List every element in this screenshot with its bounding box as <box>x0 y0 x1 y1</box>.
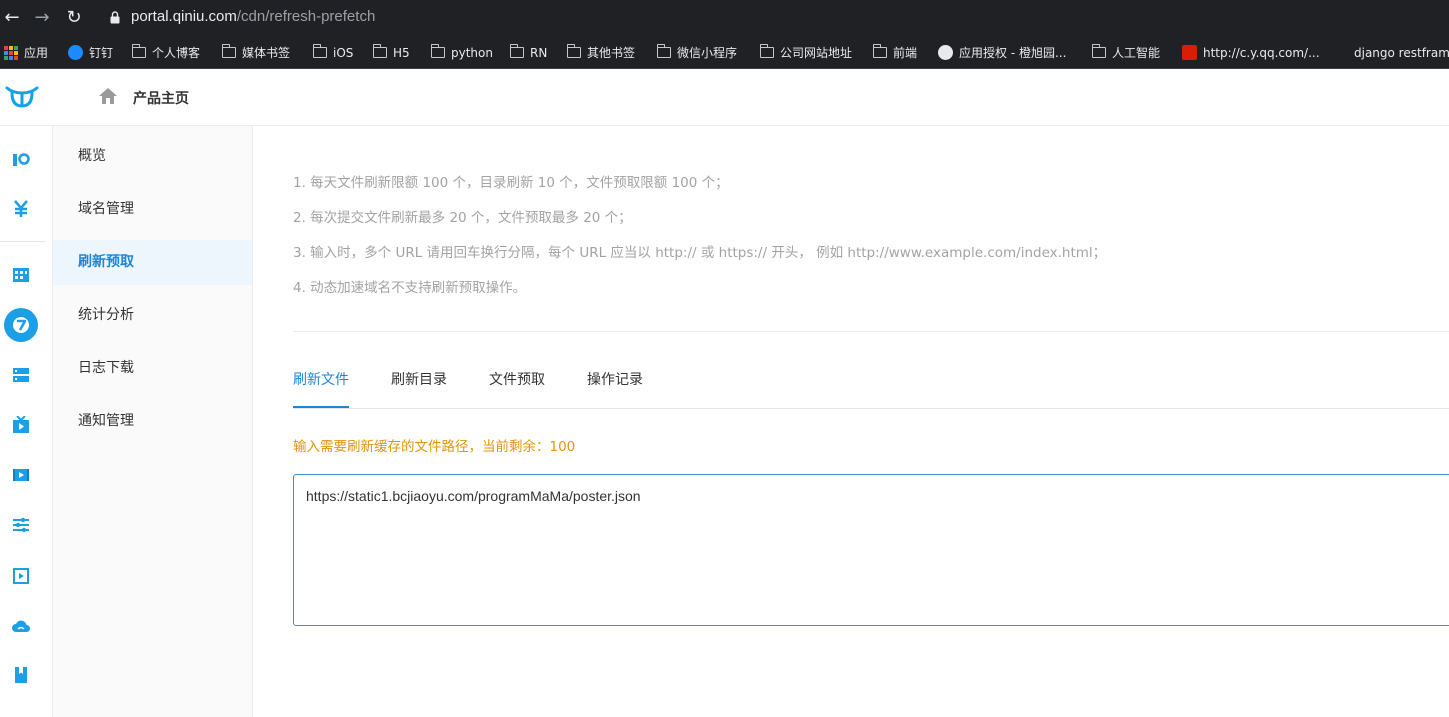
bookmark-label: H5 <box>393 45 410 60</box>
folder-icon <box>221 44 236 58</box>
section-divider <box>293 331 1449 332</box>
back-arrow-icon[interactable]: ← <box>2 8 22 28</box>
refresh-prefetch-panel: 1. 每天文件刷新限额 100 个，目录刷新 10 个，文件预取限额 100 个… <box>253 126 1449 717</box>
dashboard-icon[interactable] <box>12 266 30 284</box>
active-tab-indicator <box>293 406 349 408</box>
submenu-item-notifications[interactable]: 通知管理 <box>53 399 252 444</box>
cdn-submenu: 概览域名管理刷新预取统计分析日志下载通知管理 <box>53 126 253 717</box>
cloud-icon[interactable] <box>12 617 30 635</box>
globe-icon <box>938 45 953 60</box>
lock-icon <box>110 11 120 24</box>
submenu-item-overview[interactable]: 概览 <box>53 134 252 179</box>
app-header: 产品主页 <box>0 69 1449 126</box>
bookmark-item[interactable]: 应用授权 - 橙旭园... <box>938 36 1066 69</box>
submenu-item-statistics[interactable]: 统计分析 <box>53 293 252 338</box>
submenu-item-domains[interactable]: 域名管理 <box>53 187 252 232</box>
bookmark-item[interactable]: python <box>430 36 493 69</box>
live-icon[interactable] <box>12 416 30 434</box>
folder-icon <box>1091 44 1106 58</box>
folder-icon <box>509 44 524 58</box>
browser-toolbar: ← → ↻ portal.qiniu.com/cdn/refresh-prefe… <box>0 0 1449 36</box>
folder-icon <box>372 44 387 58</box>
bookmark-label: 微信小程序 <box>677 46 738 60</box>
dingtalk-icon <box>68 45 83 60</box>
folder-icon <box>131 44 146 58</box>
bookmark-label: 人工智能 <box>1112 46 1161 60</box>
tab-operation-log[interactable]: 操作记录 <box>587 364 643 409</box>
bookmark-label: 应用 <box>24 46 49 60</box>
bookmark-label: RN <box>530 45 548 60</box>
bookmark-label: python <box>451 45 493 60</box>
bookmark-label: iOS <box>333 45 354 60</box>
media-player-icon[interactable] <box>12 567 30 585</box>
bookmark-item[interactable]: 钉钉 <box>68 36 113 69</box>
operation-tabs: 刷新文件 刷新目录 文件预取 操作记录 <box>293 364 1449 409</box>
bookmark-item[interactable]: 应用 <box>4 36 48 69</box>
address-text[interactable]: portal.qiniu.com/cdn/refresh-prefetch <box>131 8 375 25</box>
folder-icon <box>656 44 671 58</box>
rule-note-4: 4. 动态加速域名不支持刷新预取操作。 <box>293 280 527 296</box>
rule-note-2: 2. 每次提交文件刷新最多 20 个，文件预取最多 20 个； <box>293 210 632 226</box>
tab-file-prefetch[interactable]: 文件预取 <box>489 364 545 409</box>
bookmark-label: http://c.y.qq.com/... <box>1203 45 1320 60</box>
bookmark-item[interactable]: http://c.y.qq.com/... <box>1182 36 1320 69</box>
bookmark-label: 钉钉 <box>89 46 114 60</box>
product-home-link[interactable]: 产品主页 <box>133 88 189 108</box>
bookmark-item[interactable]: 其他书签 <box>566 36 636 69</box>
refresh-urls-textarea[interactable] <box>293 474 1449 626</box>
forward-arrow-icon[interactable]: → <box>32 8 52 28</box>
bookmark-item[interactable]: 前端 <box>872 36 918 69</box>
folder-icon <box>872 44 887 58</box>
product-rail <box>0 126 53 717</box>
bookmark-item[interactable]: django restfram <box>1338 36 1449 69</box>
bookmark-item[interactable]: 媒体书签 <box>221 36 291 69</box>
yen-icon[interactable] <box>12 200 30 218</box>
bookmark-item[interactable]: 个人博客 <box>131 36 201 69</box>
bookmark-label: 个人博客 <box>152 46 201 60</box>
bookmark-item[interactable]: RN <box>509 36 548 69</box>
bookmark-item[interactable]: 人工智能 <box>1091 36 1161 69</box>
bookmark-label: 公司网站地址 <box>780 46 853 60</box>
settings-sliders-icon[interactable] <box>12 516 30 534</box>
bookmark-item[interactable]: iOS <box>312 36 354 69</box>
folder-icon <box>759 44 774 58</box>
rule-note-1: 1. 每天文件刷新限额 100 个，目录刷新 10 个，文件预取限额 100 个… <box>293 175 729 191</box>
rule-note-3: 3. 输入时，多个 URL 请用回车换行分隔，每个 URL 应当以 http:/… <box>293 245 1107 261</box>
tab-refresh-files[interactable]: 刷新文件 <box>293 364 349 409</box>
bookmark-label: 应用授权 - 橙旭园... <box>959 46 1067 60</box>
server-icon[interactable] <box>12 366 30 384</box>
bookmark-label: 媒体书签 <box>242 46 291 60</box>
url-path: /cdn/refresh-prefetch <box>236 8 376 25</box>
bookmarks-bar: 应用 钉钉 个人博客 媒体书签 iOS H5 python RN 其他书签 微信小程序 公司网站地址… <box>0 36 1449 69</box>
bookmark-item[interactable]: 微信小程序 <box>656 36 738 69</box>
folder-icon <box>312 44 327 58</box>
qiniu-logo-icon[interactable] <box>4 84 40 110</box>
home-icon[interactable] <box>98 87 118 105</box>
kodo-icon[interactable] <box>12 150 30 168</box>
bookmark-label: 其他书签 <box>587 46 636 60</box>
cdn-icon[interactable] <box>12 316 30 334</box>
submenu-item-log-download[interactable]: 日志下载 <box>53 346 252 391</box>
bookmark-item[interactable]: 公司网站地址 <box>759 36 853 69</box>
url-host: portal.qiniu.com <box>131 8 237 25</box>
bookmark-item[interactable]: H5 <box>372 36 410 69</box>
remaining-quota-hint: 输入需要刷新缓存的文件路径，当前剩余：100 <box>293 439 576 455</box>
bookmark-label: 前端 <box>893 46 918 60</box>
bookmark-label: django restfram <box>1354 45 1449 60</box>
video-icon[interactable] <box>12 466 30 484</box>
folder-icon <box>430 44 445 58</box>
rail-divider <box>0 241 46 242</box>
bookmark-icon[interactable] <box>12 666 30 684</box>
red-site-icon <box>1182 45 1197 60</box>
reload-icon[interactable]: ↻ <box>64 8 84 28</box>
submenu-item-refresh-prefetch[interactable]: 刷新预取 <box>53 240 252 285</box>
folder-icon <box>566 44 581 58</box>
apps-grid-icon <box>4 45 18 60</box>
tab-refresh-directory[interactable]: 刷新目录 <box>391 364 447 409</box>
